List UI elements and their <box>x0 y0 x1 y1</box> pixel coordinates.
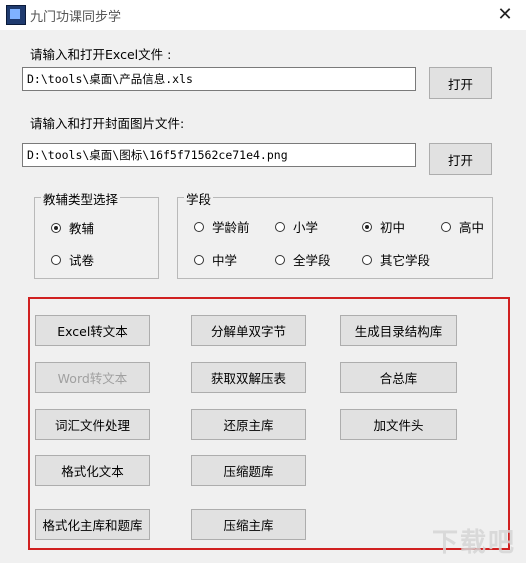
format-main-questions-button[interactable]: 格式化主库和题库 <box>35 509 150 540</box>
radio-label: 全学段 <box>293 253 331 268</box>
open-excel-button[interactable]: 打开 <box>429 67 492 99</box>
radio-preschool[interactable]: 学龄前 <box>194 217 250 236</box>
vocab-process-button[interactable]: 词汇文件处理 <box>35 409 150 440</box>
word-to-text-button[interactable]: Word转文本 <box>35 362 150 393</box>
radio-label: 试卷 <box>69 253 95 268</box>
cover-path-input[interactable]: D:\tools\桌面\图标\16f5f71562ce71e4.png <box>22 143 416 167</box>
radio-icon <box>194 221 204 232</box>
cover-file-label: 请输入和打开封面图片文件: <box>30 116 185 131</box>
type-group: 教辅类型选择 教辅 试卷 <box>34 189 159 279</box>
stage-group: 学段 学龄前 小学 初中 高中 中学 全学段 其它学段 <box>177 189 493 279</box>
compress-questions-button[interactable]: 压缩题库 <box>191 455 306 486</box>
radio-label: 学龄前 <box>212 220 250 235</box>
title-bar: 九门功课同步学 ✕ <box>0 0 526 30</box>
window-title: 九门功课同步学 <box>30 10 122 25</box>
radio-junior-high[interactable]: 初中 <box>362 217 405 236</box>
radio-all-stages[interactable]: 全学段 <box>275 250 331 269</box>
radio-selected-icon <box>51 222 61 233</box>
radio-icon <box>362 254 372 265</box>
radio-label: 其它学段 <box>380 253 431 268</box>
radio-other-stages[interactable]: 其它学段 <box>362 250 430 269</box>
radio-middle-school[interactable]: 中学 <box>194 250 237 269</box>
get-decompress-table-button[interactable]: 获取双解压表 <box>191 362 306 393</box>
format-text-button[interactable]: 格式化文本 <box>35 455 150 486</box>
split-bytes-button[interactable]: 分解单双字节 <box>191 315 306 346</box>
app-icon <box>6 5 26 25</box>
radio-icon <box>194 254 204 265</box>
radio-jiaofu[interactable]: 教辅 <box>51 218 94 237</box>
radio-label: 初中 <box>380 220 406 235</box>
open-cover-button[interactable]: 打开 <box>429 143 492 175</box>
type-group-title: 教辅类型选择 <box>41 189 121 208</box>
radio-label: 高中 <box>459 220 485 235</box>
radio-label: 中学 <box>212 253 238 268</box>
compress-main-button[interactable]: 压缩主库 <box>191 509 306 540</box>
radio-primary[interactable]: 小学 <box>275 217 318 236</box>
stage-group-title: 学段 <box>184 189 214 208</box>
radio-selected-icon <box>362 221 372 232</box>
merge-db-button[interactable]: 合总库 <box>340 362 457 393</box>
watermark: 下载吧 <box>431 528 516 558</box>
radio-label: 小学 <box>293 220 319 235</box>
excel-path-input[interactable]: D:\tools\桌面\产品信息.xls <box>22 67 416 91</box>
add-header-button[interactable]: 加文件头 <box>340 409 457 440</box>
restore-main-button[interactable]: 还原主库 <box>191 409 306 440</box>
radio-label: 教辅 <box>69 221 95 236</box>
excel-to-text-button[interactable]: Excel转文本 <box>35 315 150 346</box>
radio-icon <box>275 221 285 232</box>
radio-shijuan[interactable]: 试卷 <box>51 250 94 269</box>
radio-icon <box>441 221 451 232</box>
radio-senior-high[interactable]: 高中 <box>441 217 484 236</box>
radio-icon <box>51 254 61 265</box>
excel-file-label: 请输入和打开Excel文件 : <box>30 47 172 62</box>
close-icon[interactable]: ✕ <box>492 2 518 28</box>
radio-icon <box>275 254 285 265</box>
generate-catalog-button[interactable]: 生成目录结构库 <box>340 315 457 346</box>
